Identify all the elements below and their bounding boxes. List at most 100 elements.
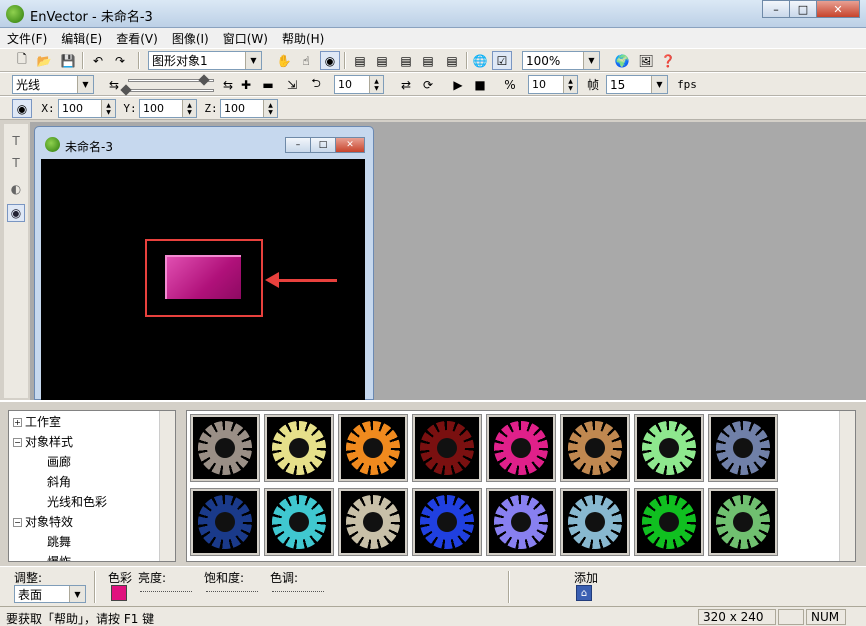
play-icon[interactable]: ▶: [448, 75, 468, 94]
fps-select[interactable]: 15 ▼: [606, 75, 668, 94]
close-button[interactable]: ✕: [816, 0, 860, 18]
redo-icon[interactable]: ↷: [110, 51, 130, 70]
layer-4-icon[interactable]: ▤: [418, 51, 438, 70]
style-thumbnail[interactable]: [190, 488, 260, 556]
tree-item[interactable]: 爆炸: [47, 553, 71, 561]
stop-icon[interactable]: ■: [470, 75, 490, 94]
zoom-select[interactable]: 100% ▼: [522, 51, 600, 70]
style-thumbnail[interactable]: [634, 488, 704, 556]
light-spinner-a[interactable]: 10 ▲ ▼: [334, 75, 384, 94]
layer-3-icon[interactable]: ▤: [396, 51, 416, 70]
slider-thumb[interactable]: [198, 74, 210, 86]
tree-item[interactable]: 斜角: [47, 473, 71, 490]
direction-icon[interactable]: ⇲: [282, 75, 302, 94]
tree-scrollbar[interactable]: [159, 411, 175, 561]
add-light-icon[interactable]: ✚: [236, 75, 256, 94]
select-tool-icon[interactable]: ◉: [7, 204, 25, 222]
menu-window[interactable]: 窗口(W): [216, 28, 275, 48]
tree-item[interactable]: 光线和色彩: [47, 493, 107, 510]
menu-edit[interactable]: 编辑(E): [54, 28, 109, 48]
undo-icon[interactable]: ↶: [88, 51, 108, 70]
tree-item[interactable]: + 工作室: [13, 413, 61, 430]
add-style-icon[interactable]: ⌂: [576, 585, 592, 601]
rotate-hand-icon[interactable]: ☝: [296, 51, 316, 70]
web-export-icon[interactable]: 🌍: [612, 51, 632, 70]
layer-5-icon[interactable]: ▤: [442, 51, 462, 70]
style-thumbnail[interactable]: [708, 488, 778, 556]
object-select[interactable]: 图形对象1 ▼: [148, 51, 262, 70]
swap-arrows-2-icon[interactable]: ⇆: [218, 75, 238, 94]
menu-help[interactable]: 帮助(H): [275, 28, 331, 48]
text-tool-icon[interactable]: T: [7, 132, 25, 150]
style-thumbnail[interactable]: [560, 488, 630, 556]
saturation-slider[interactable]: [206, 591, 258, 599]
light-spinner-b[interactable]: 10 ▲ ▼: [528, 75, 578, 94]
help-pointer-icon[interactable]: ❓: [658, 51, 678, 70]
hue-slider[interactable]: [272, 591, 324, 599]
spinner-arrows-icon[interactable]: ▲ ▼: [101, 100, 115, 117]
maximize-button[interactable]: □: [789, 0, 817, 18]
menu-file[interactable]: 文件(F): [0, 28, 54, 48]
image-export-icon[interactable]: 🖼: [636, 51, 656, 70]
tree-item[interactable]: 画廊: [47, 453, 71, 470]
z-spinner[interactable]: 100 ▲ ▼: [220, 99, 278, 118]
tree-item[interactable]: 跳舞: [47, 533, 71, 550]
style-thumbnail[interactable]: [412, 488, 482, 556]
doc-maximize-button[interactable]: □: [310, 137, 336, 153]
spinner-arrows-icon[interactable]: ▲ ▼: [263, 100, 277, 117]
select-object-icon[interactable]: ◉: [320, 51, 340, 70]
color-swatch[interactable]: [111, 585, 127, 601]
arrow-shaft: [275, 279, 337, 282]
loop-icon[interactable]: ⇄: [396, 75, 416, 94]
style-thumbnail[interactable]: [708, 414, 778, 482]
style-thumbnail[interactable]: [264, 488, 334, 556]
brightness-slider[interactable]: [140, 591, 192, 599]
percent-icon[interactable]: %: [500, 75, 520, 94]
minimize-button[interactable]: –: [762, 0, 790, 18]
style-thumbnail[interactable]: [486, 414, 556, 482]
style-thumbnail[interactable]: [190, 414, 260, 482]
style-thumbnail[interactable]: [338, 488, 408, 556]
menu-view[interactable]: 查看(V): [109, 28, 165, 48]
checkbox-tool-icon[interactable]: ☑: [492, 51, 512, 70]
menu-image[interactable]: 图像(I): [165, 28, 216, 48]
spinner-arrows-icon[interactable]: ▲ ▼: [369, 76, 383, 93]
doc-minimize-button[interactable]: –: [285, 137, 311, 153]
gallery-scrollbar[interactable]: [839, 411, 855, 561]
open-folder-icon[interactable]: 📂: [34, 51, 54, 70]
gear-icon: [568, 421, 622, 475]
collapse-icon[interactable]: −: [13, 518, 22, 527]
style-thumbnail[interactable]: [264, 414, 334, 482]
tree-item[interactable]: − 对象特效: [13, 513, 73, 530]
light-slider-bottom[interactable]: [128, 89, 214, 92]
light-select[interactable]: 光线 ▼: [12, 75, 94, 94]
remove-light-icon[interactable]: ▬: [258, 75, 278, 94]
refresh-icon[interactable]: ⟳: [418, 75, 438, 94]
new-file-icon[interactable]: 🗋: [12, 51, 32, 70]
save-icon[interactable]: 💾: [58, 51, 78, 70]
shape-tool-icon[interactable]: ◐: [7, 180, 25, 198]
style-thumbnail[interactable]: [634, 414, 704, 482]
gear-icon: [346, 421, 400, 475]
layer-1-icon[interactable]: ▤: [350, 51, 370, 70]
layer-2-icon[interactable]: ▤: [372, 51, 392, 70]
hand-pan-icon[interactable]: ✋: [274, 51, 294, 70]
spinner-arrows-icon[interactable]: ▲ ▼: [182, 100, 196, 117]
spinner-arrows-icon[interactable]: ▲ ▼: [563, 76, 577, 93]
globe-icon[interactable]: 🌐: [470, 51, 490, 70]
style-thumbnail[interactable]: [338, 414, 408, 482]
expand-icon[interactable]: +: [13, 418, 22, 427]
canvas[interactable]: [41, 159, 365, 401]
x-spinner[interactable]: 100 ▲ ▼: [58, 99, 116, 118]
style-thumbnail[interactable]: [560, 414, 630, 482]
style-thumbnail[interactable]: [412, 414, 482, 482]
y-spinner[interactable]: 100 ▲ ▼: [139, 99, 197, 118]
doc-close-button[interactable]: ✕: [335, 137, 365, 153]
text-box-tool-icon[interactable]: T: [7, 154, 25, 172]
tree-item[interactable]: − 对象样式: [13, 433, 73, 450]
position-target-icon[interactable]: ◉: [12, 99, 32, 118]
surface-select[interactable]: 表面 ▼: [14, 585, 86, 603]
style-thumbnail[interactable]: [486, 488, 556, 556]
collapse-icon[interactable]: −: [13, 438, 22, 447]
return-icon[interactable]: ⮌: [306, 75, 326, 94]
